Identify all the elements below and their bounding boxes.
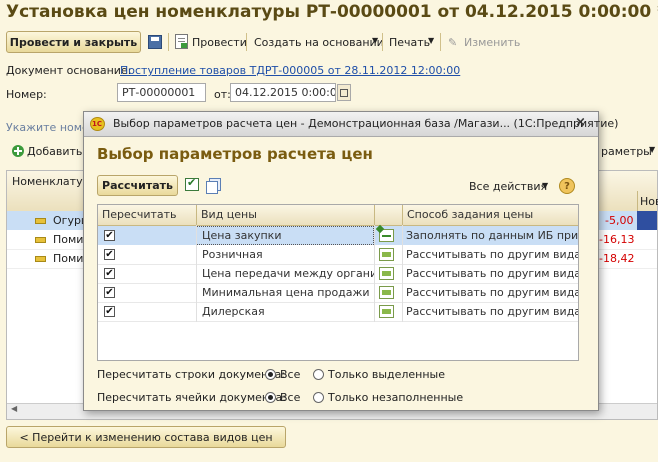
method-cell: Рассчитывать по другим вида... bbox=[406, 286, 578, 299]
toolbar-separator bbox=[382, 33, 383, 51]
dialog-heading: Выбор параметров расчета цен bbox=[97, 145, 373, 163]
post-and-close-button[interactable]: Провести и закрыть bbox=[6, 31, 141, 53]
price-type-cell: Минимальная цена продажи в ... bbox=[202, 286, 374, 299]
item-icon bbox=[35, 218, 46, 224]
dialog-window-title: Выбор параметров расчета цен - Демонстра… bbox=[113, 117, 619, 130]
edit-pencil-icon: ✎ bbox=[448, 36, 458, 49]
calendar-icon[interactable] bbox=[337, 84, 351, 101]
price-calc-icon bbox=[379, 267, 394, 280]
recalc-cells-empty-label: Только незаполненные bbox=[328, 391, 464, 404]
row-value: -16,13 bbox=[599, 233, 635, 246]
column-divider bbox=[196, 225, 197, 322]
check-all-icon[interactable]: ✔ bbox=[185, 176, 199, 191]
create-based-on-button[interactable]: Создать на основании bbox=[254, 36, 384, 49]
chevron-down-icon: ▼ bbox=[542, 181, 549, 190]
params-button[interactable]: раметры bbox=[601, 145, 652, 158]
scroll-left-icon[interactable]: ◀ bbox=[11, 404, 17, 413]
recalc-rows-label: Пересчитать строки документа: bbox=[97, 368, 286, 381]
column-header-method: Способ задания цены bbox=[402, 205, 578, 225]
price-types-grid: Пересчитать Вид цены Способ задания цены… bbox=[97, 204, 579, 361]
column-header-new: Нов bbox=[640, 195, 658, 208]
table-cell-selected[interactable] bbox=[637, 211, 657, 230]
column-header-nomenclature: Номенклатур bbox=[12, 175, 90, 188]
save-icon[interactable] bbox=[148, 35, 162, 49]
number-label: Номер: bbox=[6, 88, 47, 101]
chevron-down-icon: ▼ bbox=[649, 145, 656, 154]
price-calc-icon bbox=[379, 248, 394, 261]
price-type-cell: Цена закупки bbox=[202, 229, 282, 242]
recalc-rows-all-radio[interactable] bbox=[265, 369, 276, 380]
toolbar-separator bbox=[246, 33, 247, 51]
price-params-dialog: 1C Выбор параметров расчета цен - Демонс… bbox=[83, 111, 618, 411]
method-cell: Заполнять по данным ИБ при ... bbox=[406, 229, 578, 242]
document-title: Установка цен номенклатуры РТ-00000001 о… bbox=[6, 2, 658, 22]
recalc-checkbox[interactable]: ✔ bbox=[104, 249, 115, 260]
column-header-price-type: Вид цены bbox=[196, 205, 374, 225]
basis-label: Документ основание: bbox=[6, 64, 132, 77]
row-name: Поми bbox=[53, 233, 84, 246]
price-type-cell: Розничная bbox=[202, 248, 263, 261]
date-field[interactable]: 04.12.2015 0:00:00 bbox=[230, 83, 336, 102]
recalc-checkbox[interactable]: ✔ bbox=[104, 287, 115, 298]
recalc-cells-empty-radio[interactable] bbox=[313, 392, 324, 403]
help-icon[interactable]: ? bbox=[559, 178, 575, 194]
hint-text: Укажите номе bbox=[6, 121, 89, 134]
recalc-rows-all-label: Все bbox=[280, 368, 301, 381]
method-cell: Рассчитывать по другим вида... bbox=[406, 305, 578, 318]
edit-button[interactable]: Изменить bbox=[464, 36, 520, 49]
toolbar-separator bbox=[168, 33, 169, 51]
recalc-cells-label: Пересчитать ячейки документа: bbox=[97, 391, 286, 404]
item-icon bbox=[35, 256, 46, 262]
add-icon[interactable] bbox=[12, 145, 24, 157]
toolbar-separator bbox=[440, 33, 441, 51]
chevron-down-icon: ▼ bbox=[372, 36, 379, 45]
row-value: -18,42 bbox=[599, 252, 635, 265]
column-divider bbox=[637, 191, 638, 211]
recalc-rows-selected-radio[interactable] bbox=[313, 369, 324, 380]
calculate-button[interactable]: Рассчитать bbox=[97, 175, 178, 196]
1c-logo-icon: 1C bbox=[90, 117, 105, 131]
price-source-icon bbox=[375, 224, 394, 242]
recalc-cells-all-label: Все bbox=[280, 391, 301, 404]
post-button[interactable]: Провести bbox=[192, 36, 247, 49]
recalc-checkbox[interactable]: ✔ bbox=[104, 306, 115, 317]
all-actions-button[interactable]: Все действия bbox=[469, 180, 547, 193]
item-icon bbox=[35, 237, 46, 243]
method-cell: Рассчитывать по другим вида... bbox=[406, 248, 578, 261]
post-icon bbox=[175, 34, 188, 49]
column-header-recalc: Пересчитать bbox=[102, 208, 177, 221]
row-name: Поми bbox=[53, 252, 84, 265]
basis-document-link[interactable]: Поступление товаров ТДРТ-000005 от 28.11… bbox=[120, 64, 460, 77]
add-button[interactable]: Добавить bbox=[27, 145, 82, 158]
chevron-down-icon: ▼ bbox=[428, 36, 435, 45]
price-type-cell: Дилерская bbox=[202, 305, 265, 318]
column-divider bbox=[374, 225, 375, 322]
recalc-checkbox[interactable]: ✔ bbox=[104, 230, 115, 241]
column-divider bbox=[402, 225, 403, 322]
row-value: -5,00 bbox=[605, 214, 634, 227]
back-to-price-types-button[interactable]: < Перейти к изменению состава видов цен bbox=[6, 426, 286, 448]
recalc-checkbox[interactable]: ✔ bbox=[104, 268, 115, 279]
recalc-rows-selected-label: Только выделенные bbox=[328, 368, 446, 381]
method-cell: Рассчитывать по другим вида... bbox=[406, 267, 578, 280]
column-header-icon bbox=[374, 205, 402, 225]
price-calc-icon bbox=[379, 286, 394, 299]
number-field[interactable]: РТ-00000001 bbox=[117, 83, 206, 102]
price-type-cell: Цена передачи между организ... bbox=[202, 267, 374, 280]
price-calc-icon bbox=[379, 305, 394, 318]
print-button[interactable]: Печать bbox=[389, 36, 430, 49]
date-label: от: bbox=[214, 88, 231, 101]
recalc-cells-all-radio[interactable] bbox=[265, 392, 276, 403]
close-icon[interactable]: × bbox=[575, 115, 586, 130]
uncheck-all-icon[interactable] bbox=[206, 178, 221, 194]
